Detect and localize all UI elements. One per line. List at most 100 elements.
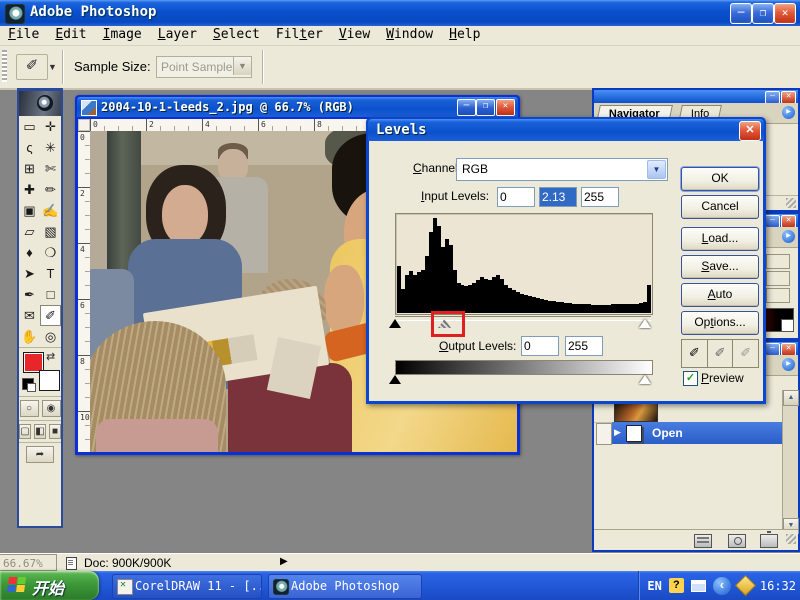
menu-layer[interactable]: Layer [150,26,205,43]
preview-checkbox[interactable]: ✓ [683,371,698,386]
input-gamma-field[interactable] [539,187,577,207]
set-black-point-eyedropper[interactable]: ✐ [682,340,708,367]
tool-type[interactable]: T [40,263,61,284]
doc-close-button[interactable]: ✕ [496,99,515,116]
input-black-field[interactable] [497,187,535,207]
menu-window[interactable]: Window [378,26,441,43]
fullscreen-with-menubar-mode-button[interactable]: ◧ [34,424,46,439]
menu-select[interactable]: Select [205,26,268,43]
output-black-slider[interactable] [389,375,401,384]
tool-move[interactable]: ✛ [40,116,61,137]
tool-preset-arrow-icon[interactable]: ▼ [48,62,57,72]
tool-zoom[interactable]: ◎ [40,326,61,347]
levels-close-button[interactable]: ✕ [739,121,761,141]
tool-rectangular-marquee[interactable]: ▭ [19,116,40,137]
sample-size-dropdown-icon[interactable]: ▼ [233,57,251,75]
black-point-slider[interactable] [389,319,401,328]
messenger-tray-icon[interactable] [735,575,756,596]
color-ramp-white-swatch[interactable] [781,319,793,331]
standard-screen-mode-button[interactable]: ▢ [19,424,31,439]
tool-eyedropper[interactable]: ✐ [40,305,61,326]
close-button[interactable]: ✕ [774,3,796,24]
history-scrollbar[interactable]: ▲ ▼ [782,390,798,534]
palette-menu-arrow-icon[interactable]: ▶ [782,358,795,371]
options-bar-grip[interactable] [2,50,7,82]
standard-mode-button[interactable]: ○ [20,400,39,417]
menu-edit[interactable]: Edit [47,26,94,43]
white-point-slider[interactable] [639,319,651,328]
sample-size-combobox[interactable]: Point Sample ▼ [156,56,252,78]
update-tray-icon[interactable] [691,580,706,592]
levels-auto-button[interactable]: Auto [681,283,759,307]
tool-healing-brush[interactable]: ✚ [19,179,40,200]
menu-help[interactable]: Help [441,26,488,43]
swap-colors-icon[interactable]: ⇄ [46,350,55,363]
tool-eraser[interactable]: ▱ [19,221,40,242]
doc-minimize-button[interactable]: ─ [457,99,476,116]
maximize-button[interactable]: ❐ [752,3,774,24]
color-slider-field[interactable] [766,271,790,286]
levels-save-button[interactable]: Save... [681,255,759,279]
output-white-slider[interactable] [639,375,651,384]
tool-slice[interactable]: ✄ [40,158,61,179]
start-button[interactable]: 开始 [0,571,99,600]
taskbar-item-photoshop[interactable]: Adobe Photoshop [268,574,422,599]
tool-notes[interactable]: ✉ [19,305,40,326]
menu-image[interactable]: Image [95,26,150,43]
tool-pen[interactable]: ✒ [19,284,40,305]
status-expand-icon[interactable]: ▶ [280,556,288,567]
set-white-point-eyedropper[interactable]: ✐ [733,340,758,367]
tool-shape[interactable]: □ [40,284,61,305]
levels-ok-button[interactable]: OK [681,167,759,191]
quick-mask-mode-button[interactable]: ◉ [42,400,61,417]
minimize-button[interactable]: ─ [730,3,752,24]
levels-cancel-button[interactable]: Cancel [681,195,759,219]
levels-load-button[interactable]: Load... [681,227,759,251]
zoom-level-field[interactable]: 66.67% [0,554,57,571]
levels-titlebar[interactable]: Levels ✕ [368,119,764,141]
menu-view[interactable]: View [331,26,378,43]
eyedropper-tool-icon[interactable]: ✐ [16,54,48,80]
menu-filter[interactable]: Filter [268,26,331,43]
navigator-palette-header[interactable]: ─ ✕ [594,90,798,103]
palette-menu-arrow-icon[interactable]: ▶ [782,106,795,119]
history-open-row[interactable]: ▶ Open [594,422,785,444]
tool-lasso[interactable]: ς [19,137,40,158]
help-badge-icon[interactable]: ? [669,578,684,593]
tool-path-selection[interactable]: ➤ [19,263,40,284]
channel-combobox[interactable]: RGB ▼ [456,158,668,181]
scroll-up-icon[interactable]: ▲ [783,390,799,406]
jump-to-imageready-button[interactable]: ➦ [26,446,54,463]
output-white-field[interactable] [565,336,603,356]
history-source-well[interactable] [596,423,612,445]
tool-hand[interactable]: ✋ [19,326,40,347]
history-open-highlight[interactable]: ▶ Open [612,422,785,444]
tool-dodge[interactable]: ❍ [40,242,61,263]
doc-maximize-button[interactable]: ❐ [476,99,495,116]
fullscreen-mode-button[interactable]: ■ [49,424,61,439]
tool-magic-wand[interactable]: ✳ [40,137,61,158]
background-color-swatch[interactable] [39,370,60,391]
levels-options-button[interactable]: Options... [681,311,759,335]
tool-brush[interactable]: ✏ [40,179,61,200]
palette-menu-arrow-icon[interactable]: ▶ [782,230,795,243]
taskbar-item-coreldraw[interactable]: CorelDRAW 11 - [... [112,574,262,599]
output-black-field[interactable] [521,336,559,356]
delete-state-icon[interactable] [760,534,778,548]
tool-history-brush[interactable]: ✍ [40,200,61,221]
color-slider-field[interactable] [766,288,790,303]
palette-resize-grip[interactable] [786,534,796,544]
input-white-field[interactable] [581,187,619,207]
tool-crop[interactable]: ⊞ [19,158,40,179]
color-slider-field[interactable] [766,254,790,269]
tool-blur[interactable]: ♦ [19,242,40,263]
hide-icons-chevron-icon[interactable]: ‹ [713,577,731,595]
document-titlebar[interactable]: 2004-10-1-leeds_2.jpg @ 66.7% (RGB) ─ ❐ … [77,97,518,117]
palette-resize-grip[interactable] [786,198,796,208]
channel-dropdown-icon[interactable]: ▼ [647,160,666,179]
new-document-from-state-icon[interactable] [694,534,712,548]
language-indicator[interactable]: EN [647,579,661,593]
new-snapshot-icon[interactable] [728,534,746,548]
tool-clone-stamp[interactable]: ▣ [19,200,40,221]
default-colors-icon[interactable] [22,378,34,390]
